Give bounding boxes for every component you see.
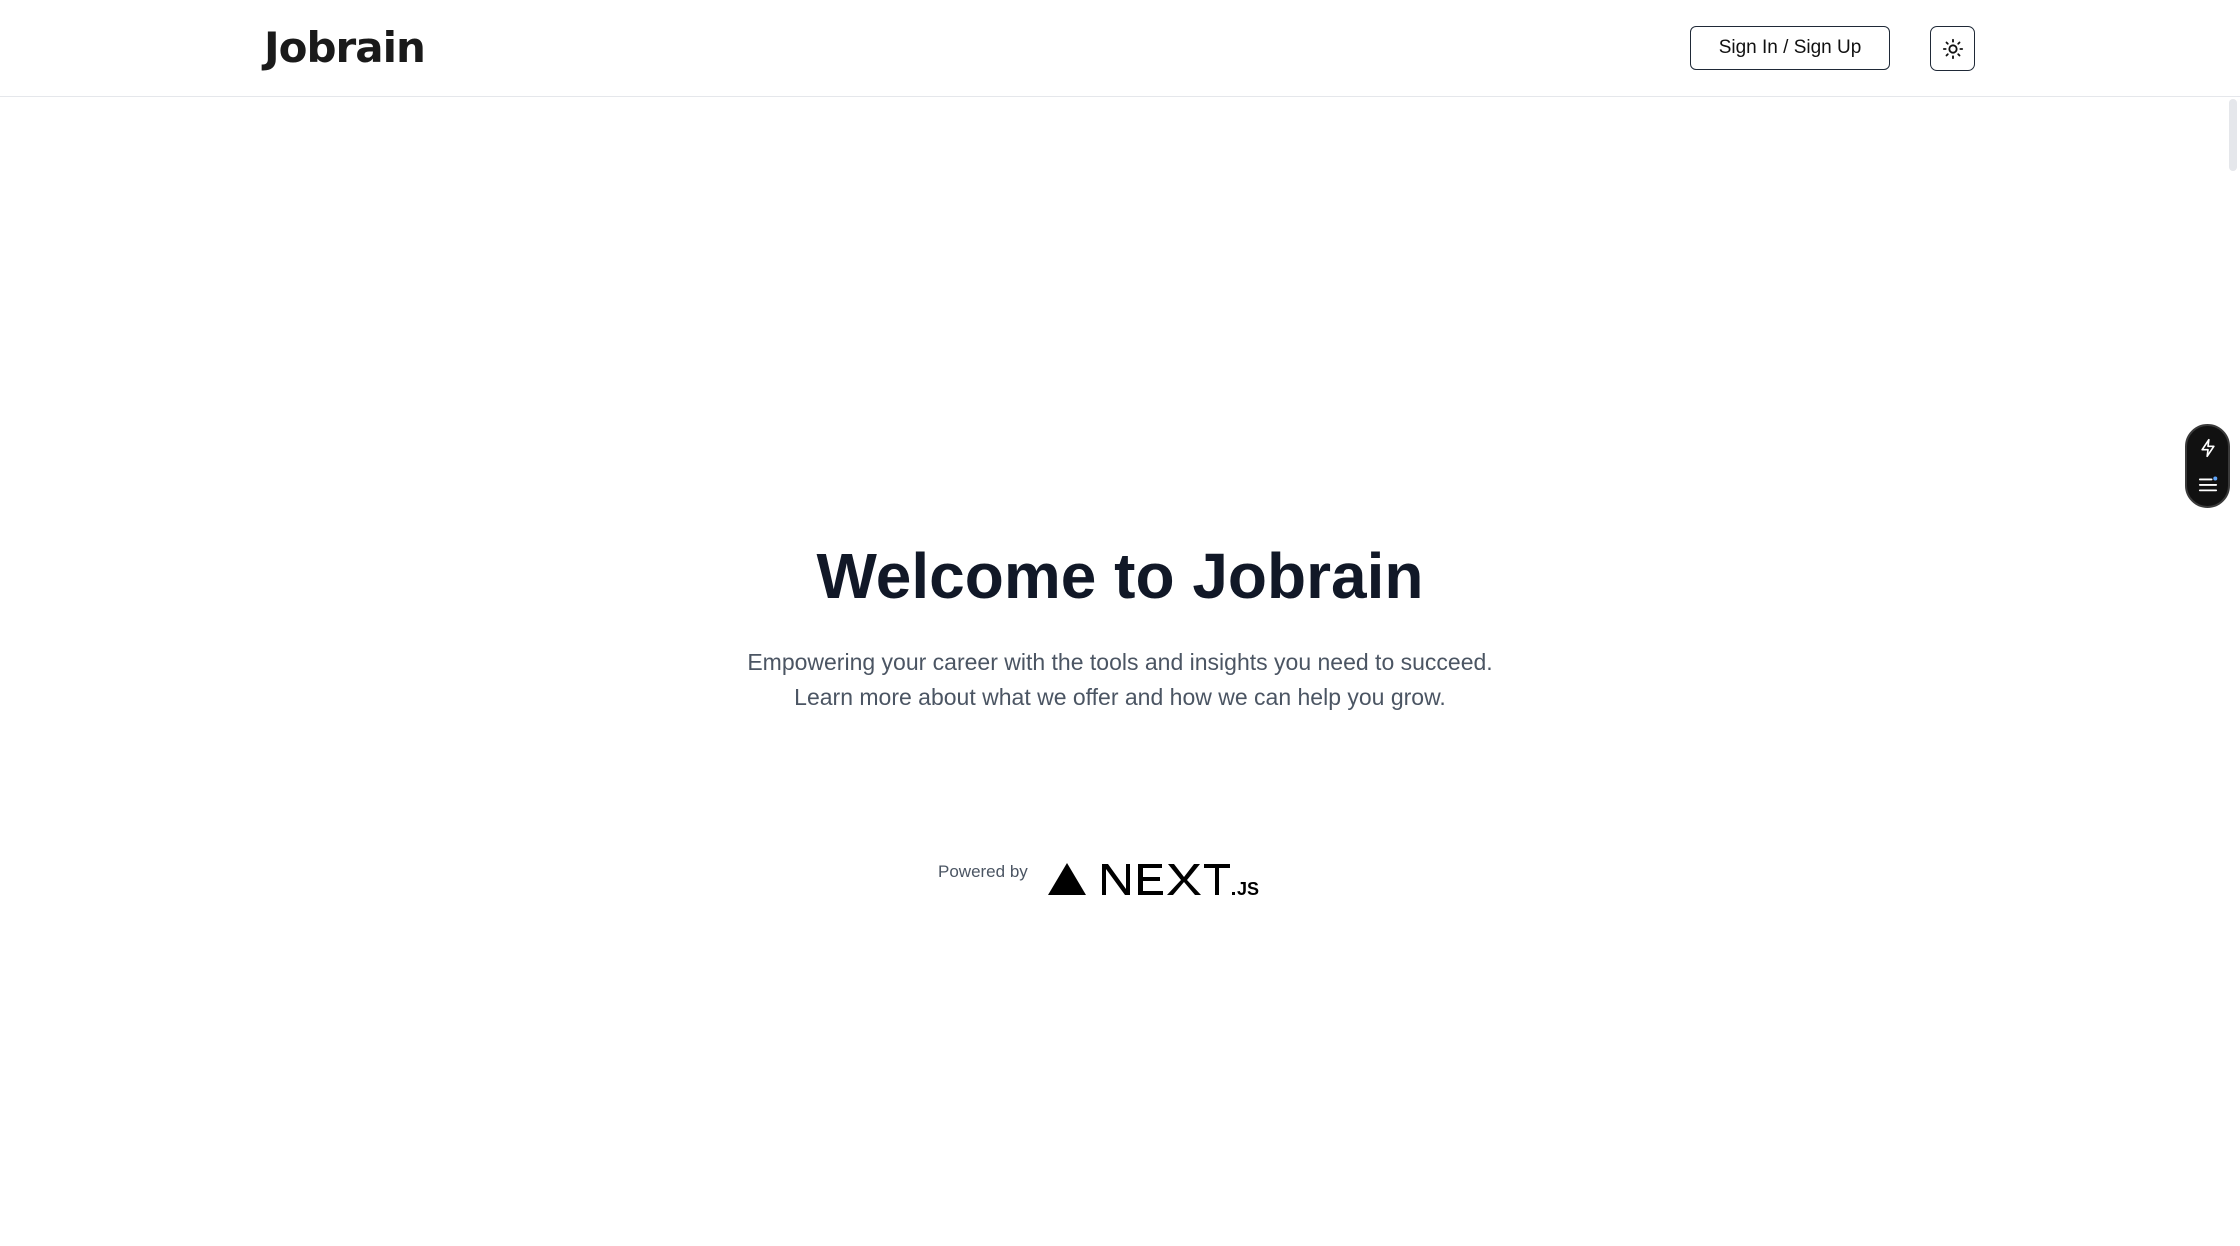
- floating-toolbar: [2185, 424, 2230, 508]
- powered-by-label: Powered by: [938, 862, 1028, 881]
- hero-subtitle: Empowering your career with the tools an…: [0, 645, 2240, 715]
- site-logo[interactable]: Jobrain: [264, 18, 426, 78]
- hero-subtitle-line-2: Learn more about what we offer and how w…: [794, 684, 1446, 710]
- hero-title: Welcome to Jobrain: [816, 540, 1424, 612]
- theme-toggle-button[interactable]: [1930, 26, 1975, 71]
- lightning-icon[interactable]: [2193, 433, 2223, 463]
- nextjs-logo[interactable]: JS: [1046, 855, 1292, 903]
- site-header: Jobrain Sign In / Sign Up: [0, 0, 2240, 97]
- sun-icon: [1942, 38, 1964, 60]
- scrollbar-thumb[interactable]: [2229, 99, 2237, 171]
- powered-by: Powered by JS: [938, 855, 1292, 903]
- page: Jobrain Sign In / Sign Up Welcome to Job…: [0, 0, 2240, 1246]
- menu-list-icon[interactable]: [2193, 469, 2223, 499]
- sign-in-sign-up-button[interactable]: Sign In / Sign Up: [1690, 26, 1890, 70]
- nextjs-logo-js-text: JS: [1237, 879, 1259, 899]
- hero-subtitle-line-1: Empowering your career with the tools an…: [747, 649, 1493, 675]
